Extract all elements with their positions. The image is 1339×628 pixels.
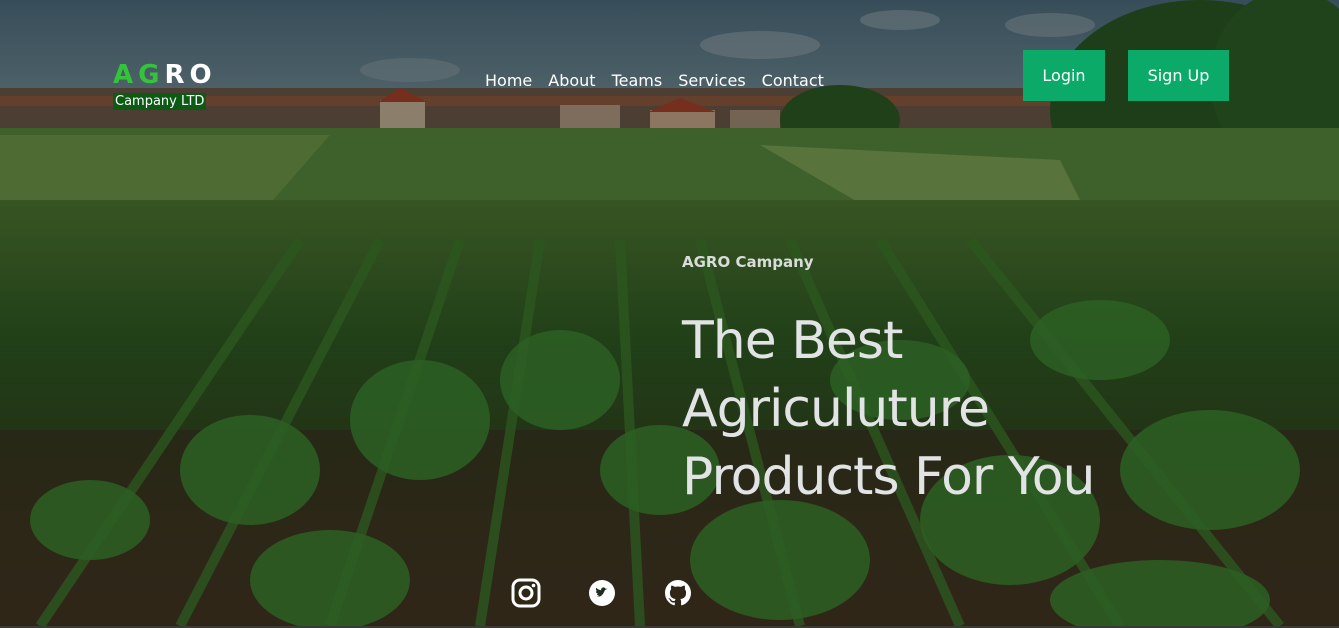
logo-wordmark: AGRO [113, 60, 217, 90]
signup-button[interactable]: Sign Up [1128, 50, 1229, 101]
twitter-icon[interactable] [586, 577, 618, 609]
nav-link-teams[interactable]: Teams [612, 70, 663, 92]
hero-headline: The Best Agriculuture Products For You [682, 307, 1322, 511]
instagram-icon[interactable] [510, 577, 542, 609]
social-links [510, 577, 738, 609]
hero-section: AGRO Campany LTD Home About Teams Servic… [0, 0, 1339, 628]
nav-link-contact[interactable]: Contact [762, 70, 824, 92]
nav-link-about[interactable]: About [548, 70, 595, 92]
nav-link-services[interactable]: Services [678, 70, 745, 92]
hero-headline-line: The Best [682, 311, 903, 371]
hero-headline-line: Products For You [682, 447, 1095, 507]
logo-letter: O [189, 60, 217, 90]
logo-letter: G [138, 60, 165, 90]
login-button[interactable]: Login [1023, 50, 1105, 101]
main-nav: Home About Teams Services Contact [485, 70, 840, 92]
github-icon[interactable] [662, 577, 694, 609]
brand-logo[interactable]: AGRO Campany LTD [113, 60, 217, 110]
nav-link-home[interactable]: Home [485, 70, 532, 92]
logo-subtitle: Campany LTD [113, 93, 207, 110]
logo-letter: R [164, 60, 190, 90]
hero-headline-line: Agriculuture [682, 379, 990, 439]
logo-letter: A [113, 60, 139, 90]
hero-tagline: AGRO Campany [682, 253, 814, 271]
